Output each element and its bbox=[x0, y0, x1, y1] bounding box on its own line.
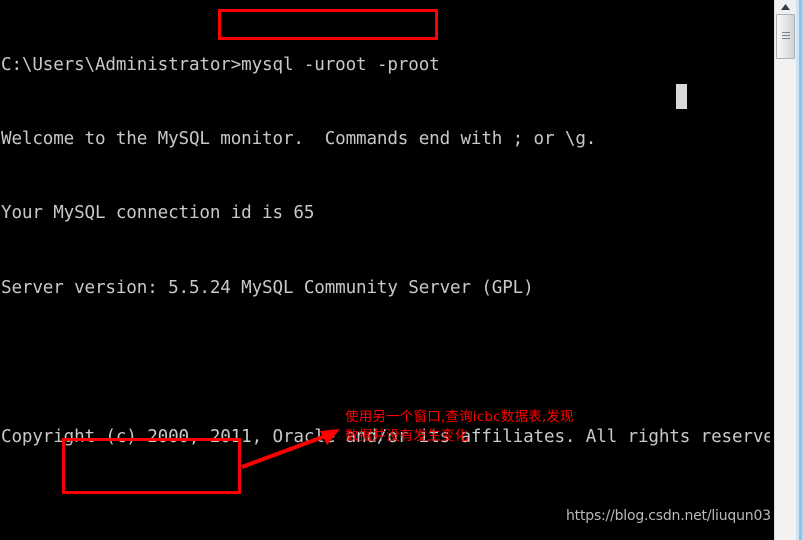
console-output[interactable]: C:\Users\Administrator>mysql -uroot -pro… bbox=[0, 0, 795, 540]
console-line: Server version: 5.5.24 MySQL Community S… bbox=[1, 277, 534, 298]
scrollbar-grip-icon bbox=[781, 32, 790, 41]
scroll-up-arrow-icon[interactable] bbox=[775, 0, 795, 14]
scrollbar-track[interactable] bbox=[774, 0, 796, 540]
text-cursor bbox=[676, 84, 687, 109]
annotation-note-text: 使用另一个窗口,查询icbc数据表,发现 数据并没有发生变化 bbox=[345, 409, 574, 444]
vertical-scrollbar[interactable] bbox=[770, 0, 803, 540]
console-line: Your MySQL connection id is 65 bbox=[1, 203, 315, 224]
console-line: C:\Users\Administrator>mysql -uroot -pro… bbox=[1, 54, 440, 75]
command-prompt-window: C:\Users\Administrator>mysql -uroot -pro… bbox=[0, 0, 803, 540]
scrollbar-thumb[interactable] bbox=[776, 14, 795, 59]
watermark-url: https://blog.csdn.net/liuqun03 bbox=[566, 508, 771, 524]
console-line: Welcome to the MySQL monitor. Commands e… bbox=[1, 128, 597, 149]
